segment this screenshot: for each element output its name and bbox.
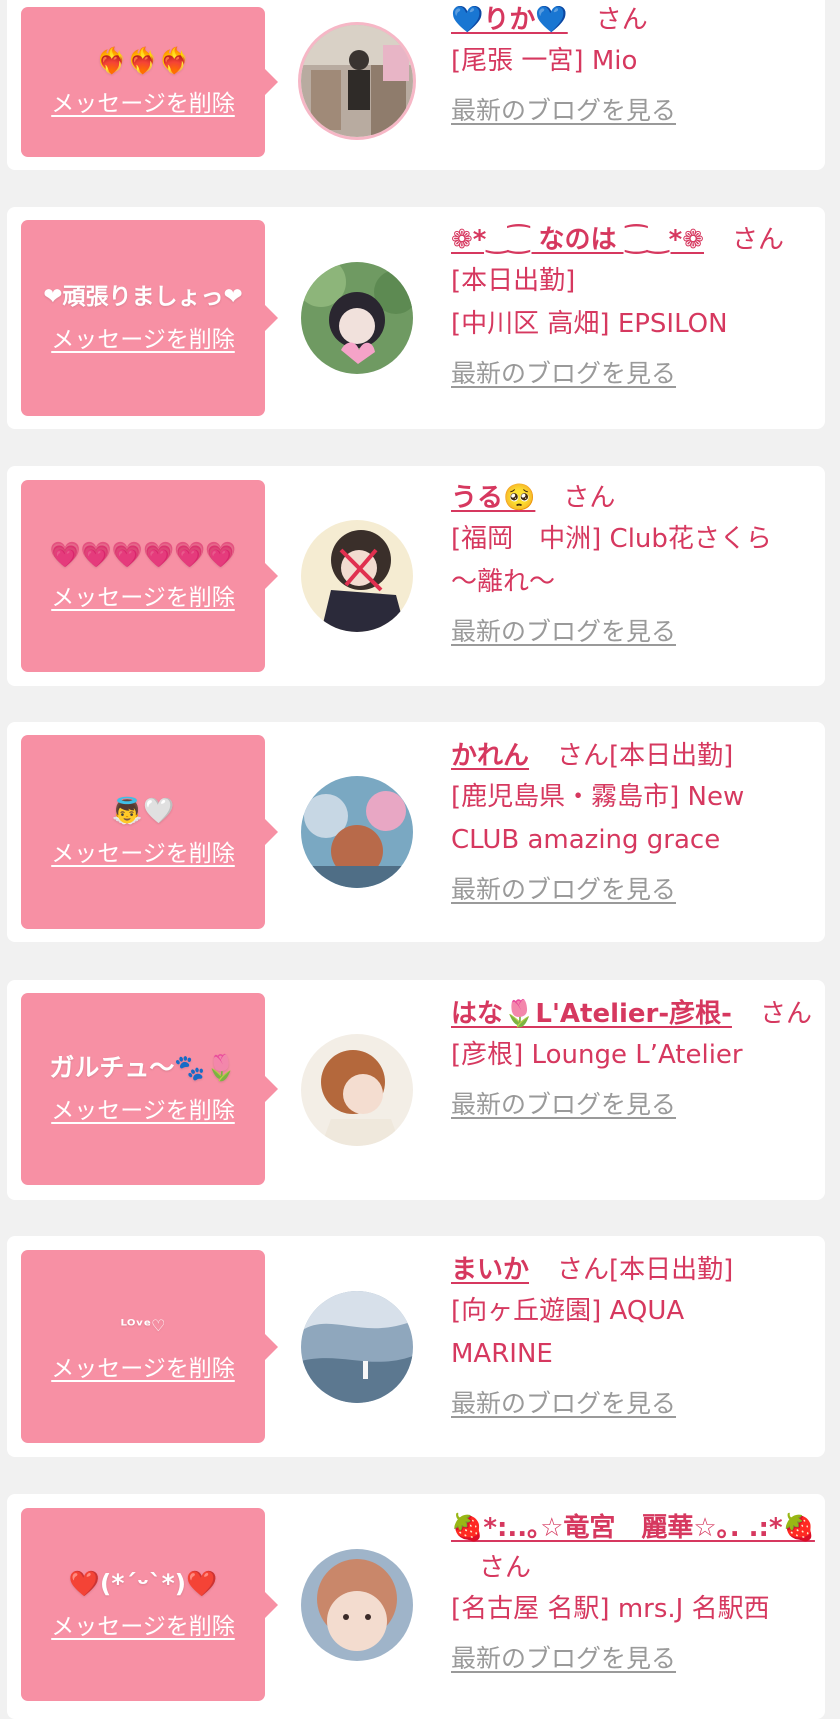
shop-line: [福岡 中洲] Club花さくら [451,524,772,554]
name-line: かれん さん[本日出勤] [451,736,815,776]
latest-blog-link[interactable]: 最新のブログを見る [451,1385,676,1423]
girl-info: はな🌷L'Atelier-彦根- さん [彦根] Lounge L’Atelier… [451,994,815,1124]
shop-line: [彦根] Lounge L’Atelier [451,1040,743,1070]
shop-line: [向ヶ丘遊園] AQUA [451,1296,685,1326]
status-badge: [本日出勤] [609,1255,734,1285]
girl-name-link[interactable]: まいか [451,1255,529,1285]
honorific: さん [479,1553,532,1583]
delete-message-link[interactable]: メッセージを削除 [51,326,235,354]
avatar[interactable] [301,520,413,632]
name-line: 💙りか💙 さん [451,0,815,40]
latest-blog-link[interactable]: 最新のブログを見る [451,871,676,909]
message-text: ガルチュ〜🐾🌷 [49,1053,237,1082]
latest-blog-link[interactable]: 最新のブログを見る [451,355,676,393]
list-item: ❤頑張りましょっ❤ メッセージを削除 ❁*‿⁐ なのは ⁐‿*❁ さん [本日出勤… [7,207,825,429]
honorific: さん [732,225,785,255]
girl-info: 💙りか💙 さん [尾張 一宮] Mio 最新のブログを見る [451,0,815,130]
avatar[interactable] [301,262,413,374]
message-text: ❤頑張りましょっ❤ [43,284,243,310]
photo-avatar-icon [301,776,413,888]
avatar[interactable] [301,25,413,137]
message-text: ❤️‍🔥❤️‍🔥❤️‍🔥 [96,46,190,75]
shop-line: CLUB amazing grace [451,825,721,855]
message-bubble: ᴸᴼᵛᵉ♡ メッセージを削除 [21,1250,278,1443]
girl-info: 🍓*:..｡☆竜宮 麗華☆｡. .:*🍓 さん [名古屋 名駅] mrs.J 名駅… [451,1508,815,1678]
delete-message-link[interactable]: メッセージを削除 [51,1355,235,1383]
delete-message-link[interactable]: メッセージを削除 [51,840,235,868]
list-item: ❤️‍🔥❤️‍🔥❤️‍🔥 メッセージを削除 💙りか💙 さん [尾張 一宮] Mio… [7,0,825,170]
girl-name-link[interactable]: かれん [451,741,529,771]
girl-name-link[interactable]: 💙りか💙 [451,5,568,35]
avatar[interactable] [301,1549,413,1661]
honorific: さん [563,483,616,513]
delete-message-link[interactable]: メッセージを削除 [51,1097,235,1125]
latest-blog-link[interactable]: 最新のブログを見る [451,1086,676,1124]
message-bubble: 💗💗💗💗💗💗 メッセージを削除 [21,480,278,672]
photo-avatar-icon [301,1291,413,1403]
honorific: さん [557,1255,610,1285]
girl-name-link[interactable]: ❁*‿⁐ なのは ⁐‿*❁ [451,225,704,255]
message-text: 👼🤍 [111,796,175,825]
shop-line: ～離れ～ [451,567,556,597]
name-line: 🍓*:..｡☆竜宮 麗華☆｡. .:*🍓 さん [451,1508,815,1588]
latest-blog-link[interactable]: 最新のブログを見る [451,1640,676,1678]
girl-name-link[interactable]: はな🌷L'Atelier-彦根- [451,999,732,1029]
list-item: 💗💗💗💗💗💗 メッセージを削除 うる🥺 さん [福岡 中洲] Club花さくら ～… [7,466,825,686]
message-text: ❤️(*´ᵕ`*)❤️ [68,1568,218,1598]
message-text: ᴸᴼᵛᵉ♡ [120,1315,166,1335]
list-item: ガルチュ〜🐾🌷 メッセージを削除 はな🌷L'Atelier-彦根- さん [彦根]… [7,980,825,1200]
honorific: さん [759,999,812,1029]
avatar[interactable] [301,776,413,888]
list-item: ᴸᴼᵛᵉ♡ メッセージを削除 まいか さん[本日出勤] [向ヶ丘遊園] AQUA … [7,1236,825,1457]
status-badge: [本日出勤] [609,741,734,771]
shop-line: [鹿児島県・霧島市] New [451,782,745,812]
shop-line: [尾張 一宮] Mio [451,46,638,76]
photo-avatar-icon [301,25,413,137]
shop-line: [中川区 高畑] EPSILON [451,309,728,339]
message-bubble: ❤頑張りましょっ❤ メッセージを削除 [21,220,278,416]
message-bubble: ❤️‍🔥❤️‍🔥❤️‍🔥 メッセージを削除 [21,7,278,157]
girl-info: かれん さん[本日出勤] [鹿児島県・霧島市] New CLUB amazing … [451,736,815,909]
message-text: 💗💗💗💗💗💗 [49,540,237,569]
latest-blog-link[interactable]: 最新のブログを見る [451,92,676,130]
list-item: 👼🤍 メッセージを削除 かれん さん[本日出勤] [鹿児島県・霧島市] New C… [7,722,825,942]
avatar[interactable] [301,1034,413,1146]
photo-avatar-icon [301,262,413,374]
photo-avatar-icon [301,1034,413,1146]
girl-info: ❁*‿⁐ なのは ⁐‿*❁ さん [本日出勤] [中川区 高畑] EPSILON … [451,220,815,393]
girl-name-link[interactable]: 🍓*:..｡☆竜宮 麗華☆｡. .:*🍓 [451,1513,815,1543]
shop-line: MARINE [451,1339,553,1369]
message-bubble: ❤️(*´ᵕ`*)❤️ メッセージを削除 [21,1508,278,1701]
girl-name-link[interactable]: うる🥺 [451,483,535,513]
shop-line: [本日出勤] [451,266,576,296]
delete-message-link[interactable]: メッセージを削除 [51,1613,235,1641]
delete-message-link[interactable]: メッセージを削除 [51,584,235,612]
girl-info: うる🥺 さん [福岡 中洲] Club花さくら ～離れ～ 最新のブログを見る [451,478,815,651]
name-line: まいか さん[本日出勤] [451,1250,815,1290]
photo-avatar-icon [301,1549,413,1661]
message-bubble: 👼🤍 メッセージを削除 [21,735,278,929]
avatar[interactable] [301,1291,413,1403]
honorific: さん [557,741,610,771]
list-item: ❤️(*´ᵕ`*)❤️ メッセージを削除 🍓*:..｡☆竜宮 麗華☆｡. .:*… [7,1494,825,1719]
message-bubble: ガルチュ〜🐾🌷 メッセージを削除 [21,993,278,1185]
girl-info: まいか さん[本日出勤] [向ヶ丘遊園] AQUA MARINE 最新のブログを見… [451,1250,815,1423]
photo-avatar-icon [301,520,413,632]
shop-line: [名古屋 名駅] mrs.J 名駅西 [451,1594,770,1624]
delete-message-link[interactable]: メッセージを削除 [51,90,235,118]
name-line: ❁*‿⁐ なのは ⁐‿*❁ さん [451,220,815,260]
name-line: うる🥺 さん [451,478,815,518]
honorific: さん [595,5,648,35]
latest-blog-link[interactable]: 最新のブログを見る [451,613,676,651]
favorites-list: ❤️‍🔥❤️‍🔥❤️‍🔥 メッセージを削除 💙りか💙 さん [尾張 一宮] Mio… [0,0,840,1719]
name-line: はな🌷L'Atelier-彦根- さん [451,994,815,1034]
